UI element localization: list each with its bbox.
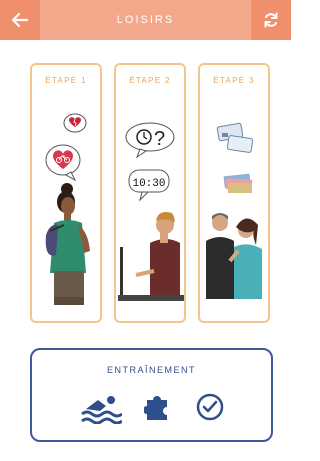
clock-readout: 10:30	[132, 178, 165, 190]
refresh-icon	[264, 12, 278, 28]
step-2-illustration: ? 10:30	[118, 122, 184, 301]
step-1-illustration	[45, 113, 90, 305]
check-circle-icon	[196, 393, 224, 421]
couple-figures	[206, 213, 262, 299]
question-mark: ?	[154, 128, 165, 150]
title-band: LOISIRS	[40, 0, 251, 40]
app-header: LOISIRS	[0, 0, 291, 40]
training-panel: ENTRAÎNEMENT	[30, 348, 273, 442]
check-button[interactable]	[195, 392, 225, 427]
step-1-card[interactable]: ÉTAPE 1	[30, 63, 102, 323]
back-button[interactable]	[0, 0, 40, 40]
refresh-button[interactable]	[251, 0, 291, 40]
broken-heart-icon	[63, 113, 87, 133]
swimmer-button[interactable]	[80, 392, 123, 429]
digital-clock-icon: 10:30	[128, 169, 170, 202]
puzzle-icon	[143, 396, 167, 420]
tickets-icon	[216, 122, 254, 153]
swimmer-icon	[81, 396, 123, 425]
step-3-card[interactable]: ÉTAPE 3	[198, 63, 270, 323]
arrow-left-icon	[12, 13, 28, 27]
man-at-computer-figure	[118, 212, 184, 301]
training-label: ENTRAÎNEMENT	[106, 365, 196, 375]
step-3-illustration	[206, 122, 262, 299]
page-title: LOISIRS	[116, 14, 175, 26]
puzzle-button[interactable]	[143, 392, 174, 427]
banknotes-icon	[223, 173, 253, 193]
step-2-card[interactable]: ÉTAPE 2 ? 10:30	[114, 63, 186, 323]
clock-question-icon: ?	[125, 122, 175, 159]
heart-bike-icon	[45, 144, 81, 182]
woman-figure	[45, 183, 90, 305]
